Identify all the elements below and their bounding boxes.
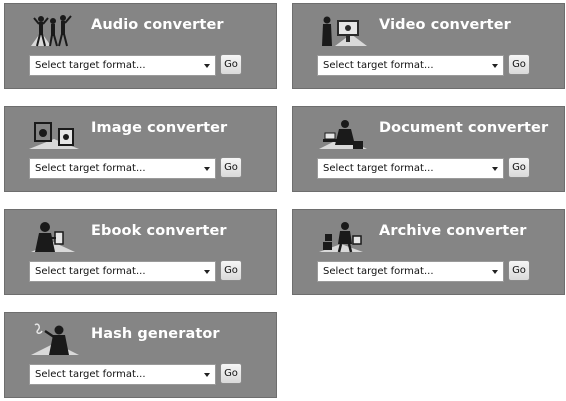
select-placeholder: Select target format... xyxy=(323,60,434,71)
go-button[interactable]: Go xyxy=(508,157,530,178)
card-title: Image converter xyxy=(91,120,228,136)
select-placeholder: Select target format... xyxy=(35,369,146,380)
select-placeholder: Select target format... xyxy=(35,266,146,277)
audio-people-icon xyxy=(31,15,72,47)
video-viewer-icon xyxy=(322,16,367,46)
target-format-select[interactable]: Select target format... xyxy=(317,158,504,179)
select-placeholder: Select target format... xyxy=(323,266,434,277)
ebook-converter-card: Ebook converter Select target format... … xyxy=(4,209,277,295)
card-title: Hash generator xyxy=(91,326,220,342)
chevron-down-icon xyxy=(204,64,210,68)
chevron-down-icon xyxy=(204,167,210,171)
video-converter-card: Video converter Select target format... … xyxy=(292,3,565,89)
target-format-select[interactable]: Select target format... xyxy=(29,364,216,385)
go-button[interactable]: Go xyxy=(220,260,242,281)
target-format-select[interactable]: Select target format... xyxy=(317,55,504,76)
archive-converter-card: Archive converter Select target format..… xyxy=(292,209,565,295)
go-button[interactable]: Go xyxy=(508,54,530,75)
chevron-down-icon xyxy=(204,373,210,377)
archive-boxes-icon xyxy=(319,222,363,253)
target-format-select[interactable]: Select target format... xyxy=(29,261,216,282)
card-title: Archive converter xyxy=(379,223,527,239)
select-placeholder: Select target format... xyxy=(35,60,146,71)
target-format-select[interactable]: Select target format... xyxy=(29,158,216,179)
hash-person-icon xyxy=(31,323,79,355)
chevron-down-icon xyxy=(492,64,498,68)
card-title: Ebook converter xyxy=(91,223,227,239)
image-converter-card: Image converter Select target format... … xyxy=(4,106,277,192)
select-placeholder: Select target format... xyxy=(323,163,434,174)
chevron-down-icon xyxy=(204,270,210,274)
go-button[interactable]: Go xyxy=(220,363,242,384)
image-frames-icon xyxy=(29,122,79,149)
card-title: Video converter xyxy=(379,17,511,33)
card-title: Audio converter xyxy=(91,17,224,33)
go-button[interactable]: Go xyxy=(220,157,242,178)
card-title: Document converter xyxy=(379,120,549,136)
ebook-reader-icon xyxy=(31,222,75,252)
hash-generator-card: Hash generator Select target format... G… xyxy=(4,312,277,398)
target-format-select[interactable]: Select target format... xyxy=(29,55,216,76)
target-format-select[interactable]: Select target format... xyxy=(317,261,504,282)
go-button[interactable]: Go xyxy=(508,260,530,281)
document-converter-card: Document converter Select target format.… xyxy=(292,106,565,192)
document-reader-icon xyxy=(319,120,367,149)
chevron-down-icon xyxy=(492,270,498,274)
select-placeholder: Select target format... xyxy=(35,163,146,174)
chevron-down-icon xyxy=(492,167,498,171)
audio-converter-card: Audio converter Select target format... … xyxy=(4,3,277,89)
go-button[interactable]: Go xyxy=(220,54,242,75)
